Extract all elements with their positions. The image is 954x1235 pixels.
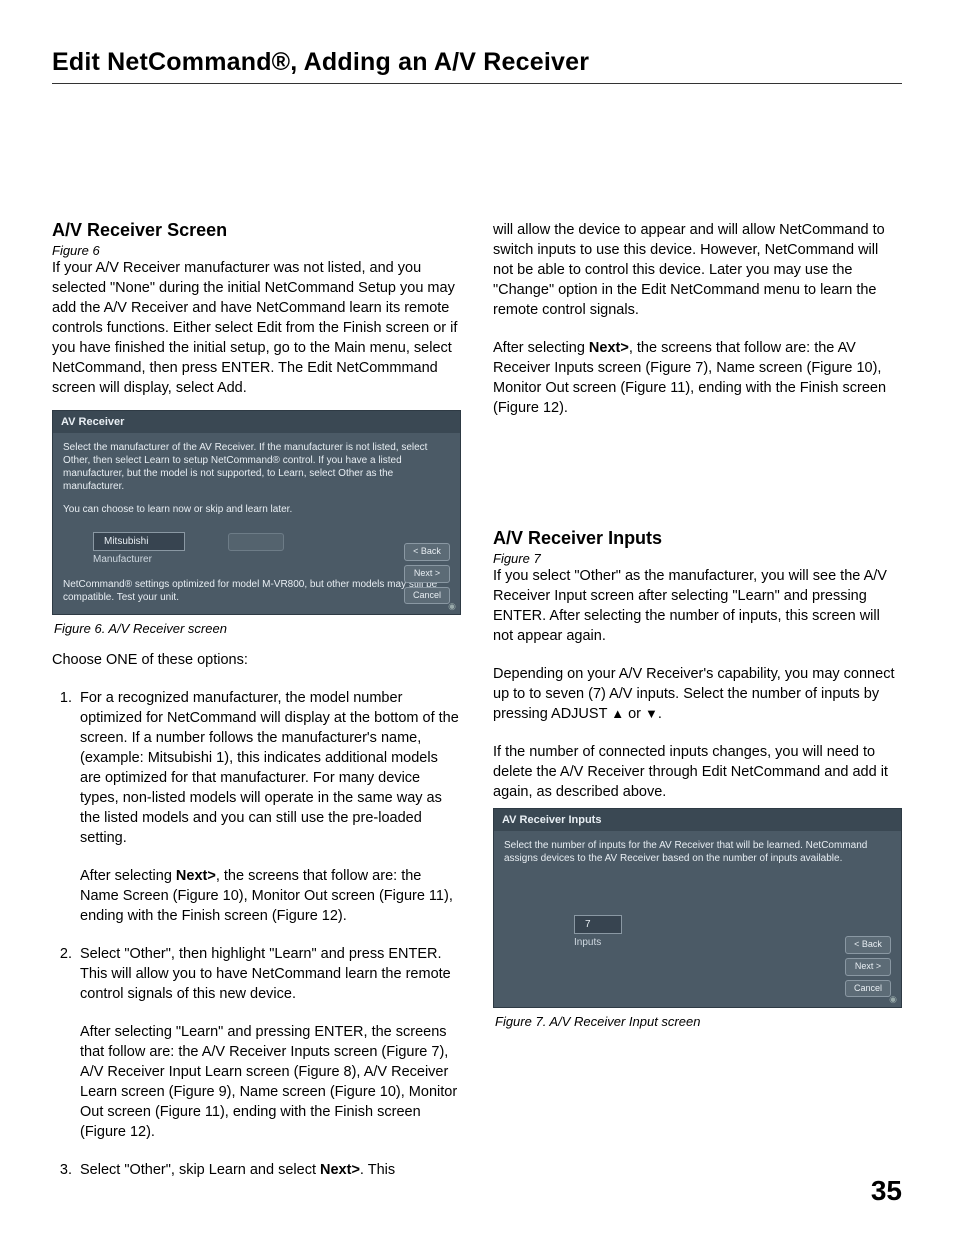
figure6-ref: Figure 6 [52,243,461,258]
shot2-text1: Select the number of inputs for the AV R… [504,839,891,865]
choose-one: Choose ONE of these options: [52,650,461,670]
figure6-screenshot: AV Receiver Select the manufacturer of t… [52,410,461,615]
shot2-title: AV Receiver Inputs [494,809,901,831]
right-after-next: After selecting Next>, the screens that … [493,338,902,418]
av-receiver-screen-heading: A/V Receiver Screen [52,220,461,241]
option-1-text: For a recognized manufacturer, the model… [80,690,459,846]
back-button-2[interactable]: < Back [845,936,891,954]
option-2: Select "Other", then highlight "Learn" a… [76,944,461,1142]
option-2-after: After selecting "Learn" and pressing ENT… [80,1022,461,1142]
option-2-text: Select "Other", then highlight "Learn" a… [80,946,451,1002]
figure6-caption: Figure 6. A/V Receiver screen [54,621,461,636]
av-receiver-inputs-heading: A/V Receiver Inputs [493,528,902,549]
option-1-after: After selecting Next>, the screens that … [80,866,461,926]
cancel-button-2[interactable]: Cancel [845,980,891,998]
next-button-2[interactable]: Next > [845,958,891,976]
inputs-label: Inputs [574,937,601,948]
two-columns: A/V Receiver Screen Figure 6 If your A/V… [52,220,902,1180]
corner-icon-2: ◉ [889,994,897,1006]
manufacturer-field[interactable]: Mitsubishi [93,532,185,551]
left-column: A/V Receiver Screen Figure 6 If your A/V… [52,220,461,1180]
shot1-title: AV Receiver [53,411,460,433]
corner-icon: ◉ [448,601,456,613]
right-p2: Depending on your A/V Receiver's capabil… [493,664,902,724]
left-intro: If your A/V Receiver manufacturer was no… [52,258,461,398]
next-button[interactable]: Next > [404,565,450,583]
figure7-ref: Figure 7 [493,551,902,566]
back-button[interactable]: < Back [404,543,450,561]
shot1-text2: You can choose to learn now or skip and … [63,503,450,516]
right-continuation: will allow the device to appear and will… [493,220,902,320]
title-rule [52,83,902,84]
option-3: Select "Other", skip Learn and select Ne… [76,1160,461,1180]
option-1: For a recognized manufacturer, the model… [76,688,461,926]
shot1-footer: NetCommand® settings optimized for model… [63,578,450,604]
figure7-screenshot: AV Receiver Inputs Select the number of … [493,808,902,1008]
right-p1: If you select "Other" as the manufacture… [493,566,902,646]
figure7-caption: Figure 7. A/V Receiver Input screen [495,1014,902,1029]
page-title: Edit NetCommand®, Adding an A/V Receiver [52,48,902,77]
manufacturer-label: Manufacturer [93,554,152,565]
page-number: 35 [871,1175,902,1207]
up-arrow-icon: ▲ [611,706,624,721]
right-p3: If the number of connected inputs change… [493,742,902,802]
down-arrow-icon: ▼ [645,706,658,721]
cancel-button[interactable]: Cancel [404,587,450,605]
right-column: will allow the device to appear and will… [493,220,902,1180]
inputs-field[interactable]: 7 [574,915,622,934]
shot1-text1: Select the manufacturer of the AV Receiv… [63,441,450,493]
learn-button-disabled [228,533,284,551]
